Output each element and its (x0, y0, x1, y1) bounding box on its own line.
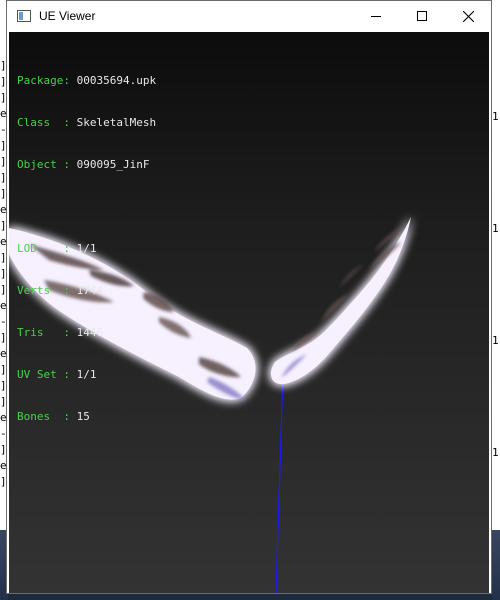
info-value: 00035694.upk (76, 74, 157, 87)
info-label: Tris : (17, 326, 77, 339)
info-value: 1446 (76, 326, 104, 339)
info-label: Package: (17, 74, 77, 87)
minimize-button[interactable] (353, 1, 399, 31)
close-button[interactable] (445, 1, 491, 31)
info-label: Verts : (17, 284, 77, 297)
info-row-tris: Tris : 1446 (17, 326, 156, 340)
info-row-object: Object : 090095_JinF (17, 158, 156, 172)
window-title: UE Viewer (39, 9, 96, 23)
info-row-class: Class : SkeletalMesh (17, 116, 156, 130)
info-value: 1/1 (76, 242, 97, 255)
info-label: Class : (17, 116, 77, 129)
info-row-verts: Verts : 1744 (17, 284, 156, 298)
info-value: 090095_JinF (76, 158, 150, 171)
minimize-icon (371, 16, 381, 17)
info-row-package: Package: 00035694.upk (17, 74, 156, 88)
info-label: UV Set : (17, 368, 77, 381)
background-text-fragment: 1 (492, 334, 499, 347)
info-row-lod: LOD : 1/1 (17, 242, 156, 256)
maximize-icon (417, 11, 427, 21)
background-text-fragment: 1 (492, 222, 499, 235)
info-value: 1744 (76, 284, 104, 297)
background-text-fragment: 1 (492, 446, 499, 459)
ue-viewer-window: UE Viewer Package: 00035694.upk Class: … (6, 0, 492, 594)
info-label: Bones : (17, 410, 77, 423)
mesh-info-panel: Package: 00035694.upk Class : SkeletalMe… (17, 46, 156, 452)
background-text-fragment: 1 (492, 110, 499, 123)
info-label: Object : (17, 158, 77, 171)
title-bar[interactable]: UE Viewer (7, 1, 491, 31)
app-window-icon (17, 10, 31, 22)
info-value: SkeletalMesh (76, 116, 157, 129)
info-label: LOD : (17, 242, 77, 255)
info-value: 15 (76, 410, 90, 423)
maximize-button[interactable] (399, 1, 445, 31)
info-row-bones: Bones : 15 (17, 410, 156, 424)
bone-line (275, 371, 284, 593)
desktop-background (492, 530, 500, 600)
info-row-uvset: UV Set : 1/1 (17, 368, 156, 382)
close-icon (462, 10, 474, 22)
info-value: 1/1 (76, 368, 97, 381)
background-window-right-edge: 1 1 1 1 (492, 0, 500, 600)
3d-viewport[interactable]: Package: 00035694.upk Class : SkeletalMe… (9, 32, 489, 593)
